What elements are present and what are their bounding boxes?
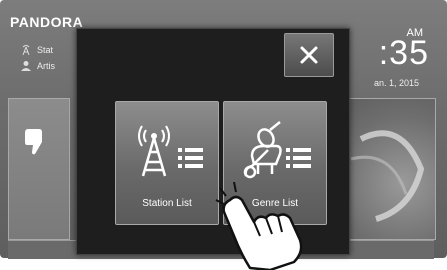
radio-tower-list-icon — [138, 125, 203, 177]
device-screenshot: PANDORA Stat Artis AM :35 an. 1, 2015 St… — [0, 0, 447, 270]
artist-row: Artis — [20, 60, 55, 71]
clock-time: :35 — [378, 34, 429, 72]
station-name-text: Stat — [37, 44, 54, 55]
thumbs-panel[interactable] — [8, 98, 70, 240]
thumbs-down-icon[interactable] — [23, 127, 47, 157]
station-list-label: Station List — [142, 198, 192, 209]
date-text: an. 1, 2015 — [373, 78, 419, 88]
station-icon — [22, 45, 30, 55]
close-button[interactable] — [284, 33, 334, 77]
artist-name-text: Artis — [37, 60, 55, 71]
station-row: Stat — [20, 44, 53, 55]
app-title: PANDORA — [10, 14, 84, 30]
station-list-button[interactable]: Station List — [115, 101, 219, 225]
artist-icon — [21, 61, 31, 71]
instruments-list-icon — [243, 121, 311, 179]
pointing-hand-icon — [215, 182, 303, 270]
close-icon — [300, 46, 318, 64]
